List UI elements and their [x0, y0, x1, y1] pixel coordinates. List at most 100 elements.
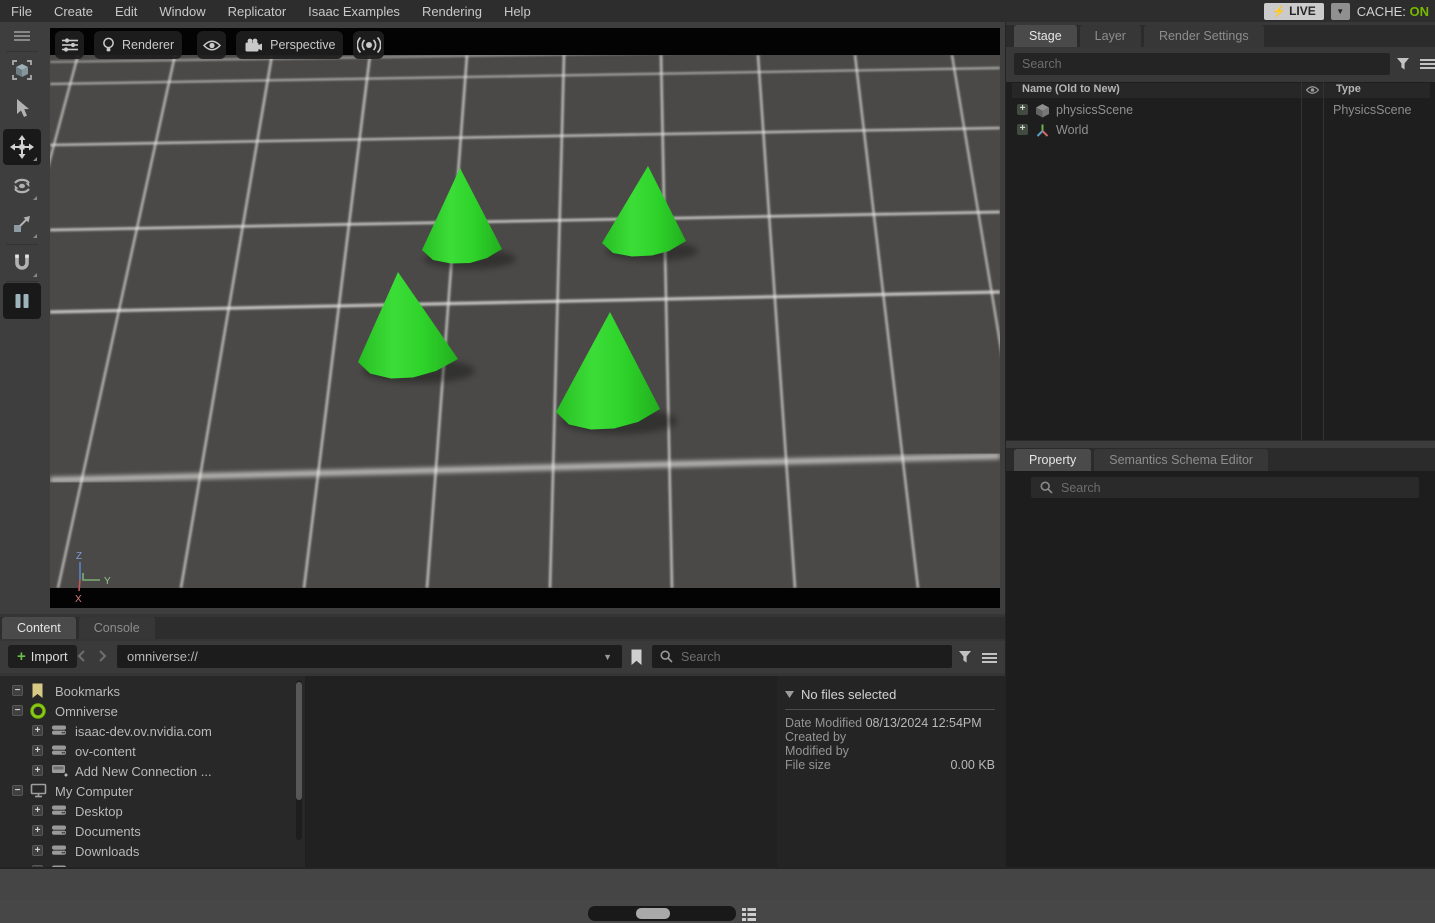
server-icon: [51, 743, 67, 760]
details-header[interactable]: No files selected: [785, 684, 995, 704]
tab-stage[interactable]: Stage: [1014, 25, 1077, 47]
content-filter-button[interactable]: [956, 648, 974, 666]
axis-x-label: X: [75, 594, 82, 605]
toolbar-drag-handle[interactable]: [3, 18, 41, 54]
detail-date-modified: Date Modified 08/13/2024 12:54PM: [785, 716, 995, 730]
viewport-canvas[interactable]: Z Y X: [50, 28, 1000, 608]
tree-item-isaac-dev[interactable]: + isaac-dev.ov.nvidia.com: [0, 721, 305, 741]
snap-tool[interactable]: [3, 245, 41, 281]
expand-toggle[interactable]: +: [32, 845, 43, 856]
panel-divider[interactable]: [1006, 440, 1435, 449]
menu-window[interactable]: Window: [148, 4, 216, 19]
eye-icon: [203, 39, 221, 52]
tree-item-omniverse[interactable]: − Omniverse: [0, 701, 305, 721]
path-bar[interactable]: omniverse:// ▼: [117, 645, 622, 668]
tab-content[interactable]: Content: [2, 617, 76, 639]
collapse-toggle[interactable]: −: [12, 785, 23, 796]
tree-item-bookmarks[interactable]: − Bookmarks: [0, 681, 305, 701]
menu-create[interactable]: Create: [43, 4, 104, 19]
menu-rendering[interactable]: Rendering: [411, 4, 493, 19]
menu-isaac-examples[interactable]: Isaac Examples: [297, 4, 411, 19]
frame-selection-tool[interactable]: [3, 52, 41, 88]
right-pane: Stage Layer Render Settings Name (Old to…: [1005, 22, 1435, 867]
rotate-icon: [10, 174, 34, 198]
select-tool[interactable]: [3, 90, 41, 126]
visibility-column-header[interactable]: [1304, 83, 1320, 97]
menu-help[interactable]: Help: [493, 4, 542, 19]
tab-semantics-schema-editor[interactable]: Semantics Schema Editor: [1094, 449, 1268, 471]
type-column-header[interactable]: Type: [1336, 83, 1361, 95]
collapse-toggle[interactable]: −: [12, 705, 23, 716]
tree-item-ov-content[interactable]: + ov-content: [0, 741, 305, 761]
tree-item-downloads[interactable]: + Downloads: [0, 841, 305, 861]
expand-toggle[interactable]: +: [32, 745, 43, 756]
expand-toggle[interactable]: +: [32, 825, 43, 836]
server-icon: [51, 723, 67, 740]
tab-console[interactable]: Console: [79, 617, 155, 639]
scrollbar-thumb[interactable]: [296, 682, 302, 800]
expand-toggle[interactable]: +: [32, 765, 43, 776]
lightning-bolt-icon: ⚡: [1272, 5, 1286, 18]
forward-button[interactable]: [94, 647, 112, 665]
computer-icon: [30, 783, 47, 801]
rotate-tool[interactable]: [3, 168, 41, 204]
bookmark-button[interactable]: [626, 646, 646, 668]
filter-funnel-icon: [1396, 57, 1410, 71]
viewport-settings-button[interactable]: [55, 31, 84, 59]
expand-toggle[interactable]: +: [32, 725, 43, 736]
tab-layer[interactable]: Layer: [1080, 25, 1141, 47]
renderer-button[interactable]: Renderer: [94, 31, 182, 59]
property-panel-body: [1006, 471, 1435, 867]
detail-modified-by: Modified by: [785, 744, 995, 758]
name-column-header[interactable]: Name (Old to New): [1022, 83, 1120, 95]
detail-file-size: File size 0.00 KB: [785, 758, 995, 772]
property-search-input[interactable]: [1053, 481, 1419, 495]
content-search-input[interactable]: [673, 650, 952, 664]
tree-item-my-computer[interactable]: − My Computer: [0, 781, 305, 801]
live-button[interactable]: ⚡ LIVE: [1264, 3, 1323, 20]
tree-item-documents[interactable]: + Documents: [0, 821, 305, 841]
axis-y-label: Y: [104, 576, 111, 587]
stage-search-input[interactable]: [1014, 57, 1390, 71]
tab-render-settings[interactable]: Render Settings: [1144, 25, 1264, 47]
menu-edit[interactable]: Edit: [104, 4, 148, 19]
slider-handle[interactable]: [636, 908, 670, 919]
stage-row-physicsscene[interactable]: + physicsScene PhysicsScene: [1006, 101, 1435, 120]
live-dropdown-button[interactable]: ▼: [1331, 3, 1350, 20]
visibility-button[interactable]: [197, 31, 226, 59]
menu-bar: File Create Edit Window Replicator Isaac…: [0, 0, 1435, 22]
expand-toggle[interactable]: +: [1017, 104, 1028, 115]
import-button[interactable]: + Import: [8, 645, 77, 668]
expand-toggle[interactable]: +: [32, 805, 43, 816]
move-tool[interactable]: [3, 129, 41, 165]
collapse-toggle[interactable]: −: [12, 685, 23, 696]
file-grid-area[interactable]: [306, 676, 776, 867]
cursor-icon: [12, 97, 32, 119]
render-capture-button[interactable]: [353, 31, 384, 59]
menu-file[interactable]: File: [0, 4, 43, 19]
expand-toggle[interactable]: +: [1017, 124, 1028, 135]
axis-tripod-icon: [1035, 123, 1050, 141]
tree-item-desktop[interactable]: + Desktop: [0, 801, 305, 821]
cache-status: CACHE: ON: [1357, 4, 1429, 19]
content-options-button[interactable]: [980, 649, 998, 667]
tree-item-add-new-connection[interactable]: + Add New Connection ...: [0, 761, 305, 781]
add-connection-icon: [51, 763, 68, 781]
thumbnail-size-slider[interactable]: [588, 906, 736, 921]
live-label: LIVE: [1289, 4, 1316, 18]
camera-button[interactable]: Perspective: [236, 31, 343, 59]
menu-replicator[interactable]: Replicator: [217, 4, 298, 19]
stage-options-button[interactable]: [1418, 55, 1435, 73]
lightbulb-icon: [102, 37, 115, 54]
list-view-icon: [741, 907, 757, 922]
scale-tool[interactable]: [3, 206, 41, 242]
path-dropdown-icon[interactable]: ▼: [603, 652, 612, 662]
stage-row-world[interactable]: + World: [1006, 121, 1435, 140]
tree-scrollbar[interactable]: [296, 680, 302, 840]
pause-button[interactable]: [3, 283, 41, 319]
tab-property[interactable]: Property: [1014, 449, 1091, 471]
list-view-toggle[interactable]: [740, 905, 758, 923]
chevron-left-icon: [77, 650, 85, 662]
stage-filter-button[interactable]: [1394, 55, 1412, 73]
back-button[interactable]: [72, 647, 90, 665]
